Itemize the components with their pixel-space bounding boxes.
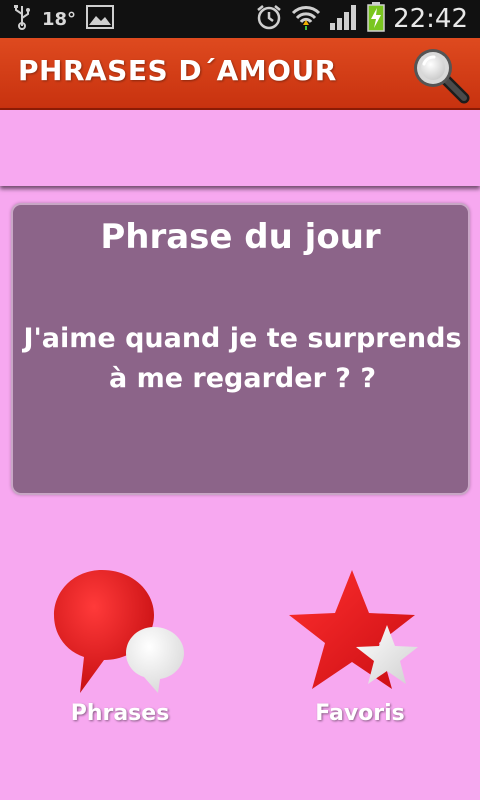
status-time: 22:42 bbox=[393, 4, 468, 34]
status-bar: 18° 22:42 bbox=[0, 0, 480, 38]
card-phrase: J'aime quand je te surprends à me regard… bbox=[23, 323, 462, 394]
app-title: PHRASES D´AMOUR bbox=[18, 54, 337, 87]
status-left: 18° bbox=[12, 0, 115, 38]
picture-icon bbox=[86, 5, 115, 33]
phrases-button[interactable]: Phrases bbox=[40, 565, 200, 735]
alarm-icon bbox=[255, 3, 283, 35]
banner-area bbox=[0, 110, 480, 186]
search-button[interactable] bbox=[408, 44, 472, 106]
card-title: Phrase du jour bbox=[100, 217, 381, 257]
star-favorite-icon bbox=[289, 570, 418, 689]
usb-icon bbox=[12, 4, 32, 34]
favoris-label: Favoris bbox=[315, 701, 405, 726]
favoris-button[interactable]: Favoris bbox=[280, 565, 440, 735]
phrase-of-the-day-card[interactable]: Phrase du jour J'aime quand je te surpre… bbox=[11, 203, 470, 495]
battery-charging-icon bbox=[367, 2, 385, 36]
search-icon bbox=[414, 49, 470, 104]
signal-icon bbox=[329, 3, 359, 35]
action-bar: PHRASES D´AMOUR bbox=[0, 38, 480, 110]
status-temperature: 18° bbox=[42, 8, 77, 30]
speech-bubbles-icon bbox=[54, 570, 184, 693]
wifi-icon bbox=[291, 3, 321, 35]
status-right: 22:42 bbox=[255, 0, 468, 38]
phrases-label: Phrases bbox=[70, 701, 170, 726]
